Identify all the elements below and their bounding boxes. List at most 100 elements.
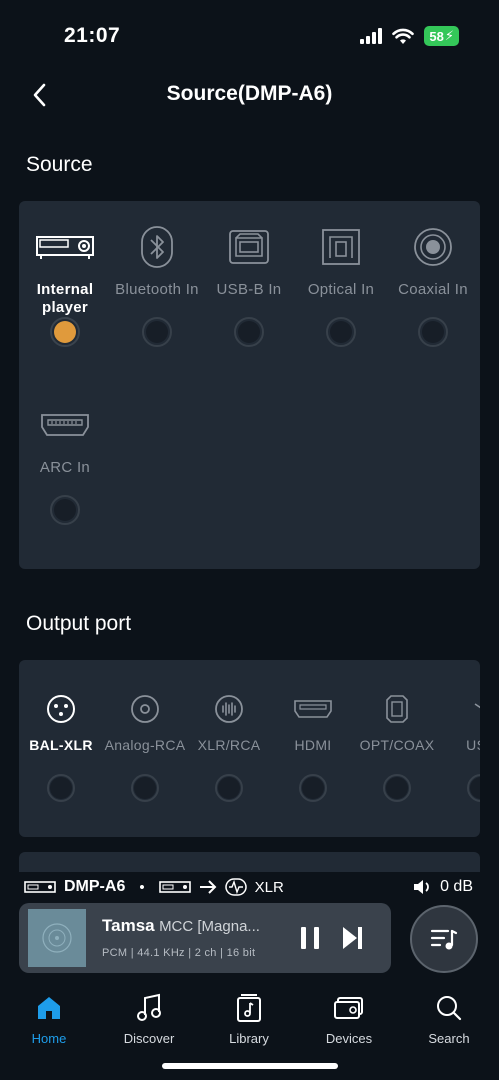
output-option-analog-rca[interactable]: Analog-RCA bbox=[103, 692, 187, 802]
output-card: BAL-XLR Analog-RCA XLR/RCA HDMI OPT/COAX… bbox=[19, 660, 480, 837]
tab-label: Search bbox=[428, 1031, 470, 1046]
source-section-title: Source bbox=[26, 153, 93, 176]
tab-label: Devices bbox=[325, 1031, 373, 1046]
output-option-bal-xlr[interactable]: BAL-XLR bbox=[19, 692, 103, 802]
output-section-title: Output port bbox=[26, 612, 132, 635]
signal-route-bar[interactable]: DMP-A6 • XLR 0 dB bbox=[0, 872, 499, 902]
radio-unselected[interactable] bbox=[299, 774, 327, 802]
tab-label: Home bbox=[31, 1031, 67, 1046]
route-output-name: XLR bbox=[254, 878, 284, 896]
pause-button[interactable] bbox=[299, 925, 323, 951]
opt-coax-icon bbox=[386, 695, 408, 723]
radio-unselected[interactable] bbox=[383, 774, 411, 802]
radio-unselected[interactable] bbox=[418, 317, 448, 347]
output-label: HDMI bbox=[294, 737, 332, 753]
source-option-optical[interactable]: Optical In bbox=[295, 225, 387, 347]
volume-level: 0 dB bbox=[440, 878, 473, 895]
source-label: Internal player bbox=[36, 281, 94, 316]
device-icon bbox=[24, 881, 56, 893]
hdmi-arc-icon bbox=[41, 414, 89, 436]
xlr-icon bbox=[47, 695, 75, 723]
status-icons: 58 ⚡ bbox=[360, 26, 459, 46]
radio-unselected[interactable] bbox=[234, 317, 264, 347]
source-card: Internal player Bluetooth In USB-B In Op… bbox=[19, 201, 480, 569]
source-option-coaxial[interactable]: Coaxial In bbox=[387, 225, 479, 347]
route-device-name: DMP-A6 bbox=[64, 878, 126, 895]
tab-search[interactable]: Search bbox=[404, 991, 494, 1046]
home-icon bbox=[38, 997, 60, 1019]
cellular-signal-icon bbox=[360, 28, 383, 44]
source-option-bluetooth[interactable]: Bluetooth In bbox=[111, 225, 203, 347]
source-option-usb-b[interactable]: USB-B In bbox=[203, 225, 295, 347]
output-label: XLR/RCA bbox=[197, 737, 261, 753]
output-label: Analog-RCA bbox=[104, 737, 186, 753]
tab-label: Discover bbox=[123, 1031, 175, 1046]
speaker-icon bbox=[414, 880, 429, 894]
output-option-usb[interactable]: USB bbox=[439, 692, 480, 802]
tab-discover[interactable]: Discover bbox=[104, 991, 194, 1046]
waveform-icon bbox=[224, 878, 247, 896]
radio-unselected[interactable] bbox=[142, 317, 172, 347]
source-label: USB-B In bbox=[216, 281, 282, 298]
battery-indicator: 58 ⚡ bbox=[424, 26, 459, 46]
source-label: Bluetooth In bbox=[115, 281, 199, 298]
hdmi-icon bbox=[294, 700, 332, 718]
coaxial-icon bbox=[414, 228, 452, 266]
output-label: USB bbox=[466, 737, 480, 753]
radio-unselected[interactable] bbox=[215, 774, 243, 802]
track-line: Tamsa MCC [Magna... bbox=[102, 916, 282, 936]
status-time: 21:07 bbox=[64, 24, 121, 47]
tab-label: Library bbox=[229, 1031, 269, 1046]
page-title: Source(DMP-A6) bbox=[166, 82, 333, 105]
status-bar: 21:07 58 ⚡ bbox=[0, 0, 499, 70]
source-label: ARC In bbox=[39, 459, 91, 476]
device-icon bbox=[158, 881, 191, 893]
track-artist: MCC [Magna... bbox=[159, 918, 260, 935]
radio-unselected[interactable] bbox=[131, 774, 159, 802]
track-title: Tamsa bbox=[102, 916, 155, 935]
tab-home[interactable]: Home bbox=[4, 991, 94, 1046]
library-icon bbox=[237, 994, 261, 1022]
pause-icon bbox=[301, 927, 319, 949]
album-art-icon bbox=[42, 923, 72, 953]
source-label: Coaxial In bbox=[398, 281, 468, 298]
output-label: OPT/COAX bbox=[359, 737, 435, 753]
tab-devices[interactable]: Devices bbox=[304, 991, 394, 1046]
radio-selected[interactable] bbox=[47, 774, 75, 802]
usb-icon bbox=[474, 703, 480, 709]
nav-header: Source(DMP-A6) bbox=[0, 70, 499, 120]
optical-icon bbox=[322, 229, 360, 265]
bluetooth-icon bbox=[141, 226, 173, 268]
home-indicator[interactable] bbox=[162, 1063, 338, 1069]
xlr-rca-icon bbox=[215, 695, 243, 723]
search-icon bbox=[437, 996, 462, 1021]
music-note-icon bbox=[137, 993, 161, 1021]
rca-icon bbox=[131, 695, 159, 723]
album-cover[interactable] bbox=[28, 909, 86, 967]
radio-unselected[interactable] bbox=[326, 317, 356, 347]
skip-next-icon bbox=[343, 927, 362, 949]
radio-unselected[interactable] bbox=[50, 495, 80, 525]
radio-selected[interactable] bbox=[50, 317, 80, 347]
projector-icon bbox=[36, 236, 94, 259]
playlist-icon bbox=[430, 929, 458, 950]
mini-player[interactable]: Tamsa MCC [Magna... PCM | 44.1 KHz | 2 c… bbox=[19, 903, 391, 973]
source-option-arc[interactable]: ARC In bbox=[19, 403, 111, 525]
output-label: BAL-XLR bbox=[29, 737, 93, 753]
usb-b-icon bbox=[229, 230, 269, 264]
next-track-button[interactable] bbox=[341, 925, 365, 951]
source-label: Optical In bbox=[307, 281, 375, 298]
radio-unselected[interactable] bbox=[467, 774, 480, 802]
tab-library[interactable]: Library bbox=[204, 991, 294, 1046]
charging-bolt-icon: ⚡ bbox=[444, 28, 454, 43]
queue-button[interactable] bbox=[410, 905, 478, 973]
devices-icon bbox=[334, 997, 363, 1019]
output-option-opt-coax[interactable]: OPT/COAX bbox=[355, 692, 439, 802]
track-format: PCM | 44.1 KHz | 2 ch | 16 bit bbox=[102, 947, 256, 959]
battery-level: 58 bbox=[429, 28, 444, 44]
volume-display[interactable]: 0 dB bbox=[412, 878, 473, 896]
source-option-internal-player[interactable]: Internal player bbox=[19, 225, 111, 347]
wifi-icon bbox=[392, 28, 415, 44]
output-option-xlr-rca[interactable]: XLR/RCA bbox=[187, 692, 271, 802]
output-option-hdmi[interactable]: HDMI bbox=[271, 692, 355, 802]
